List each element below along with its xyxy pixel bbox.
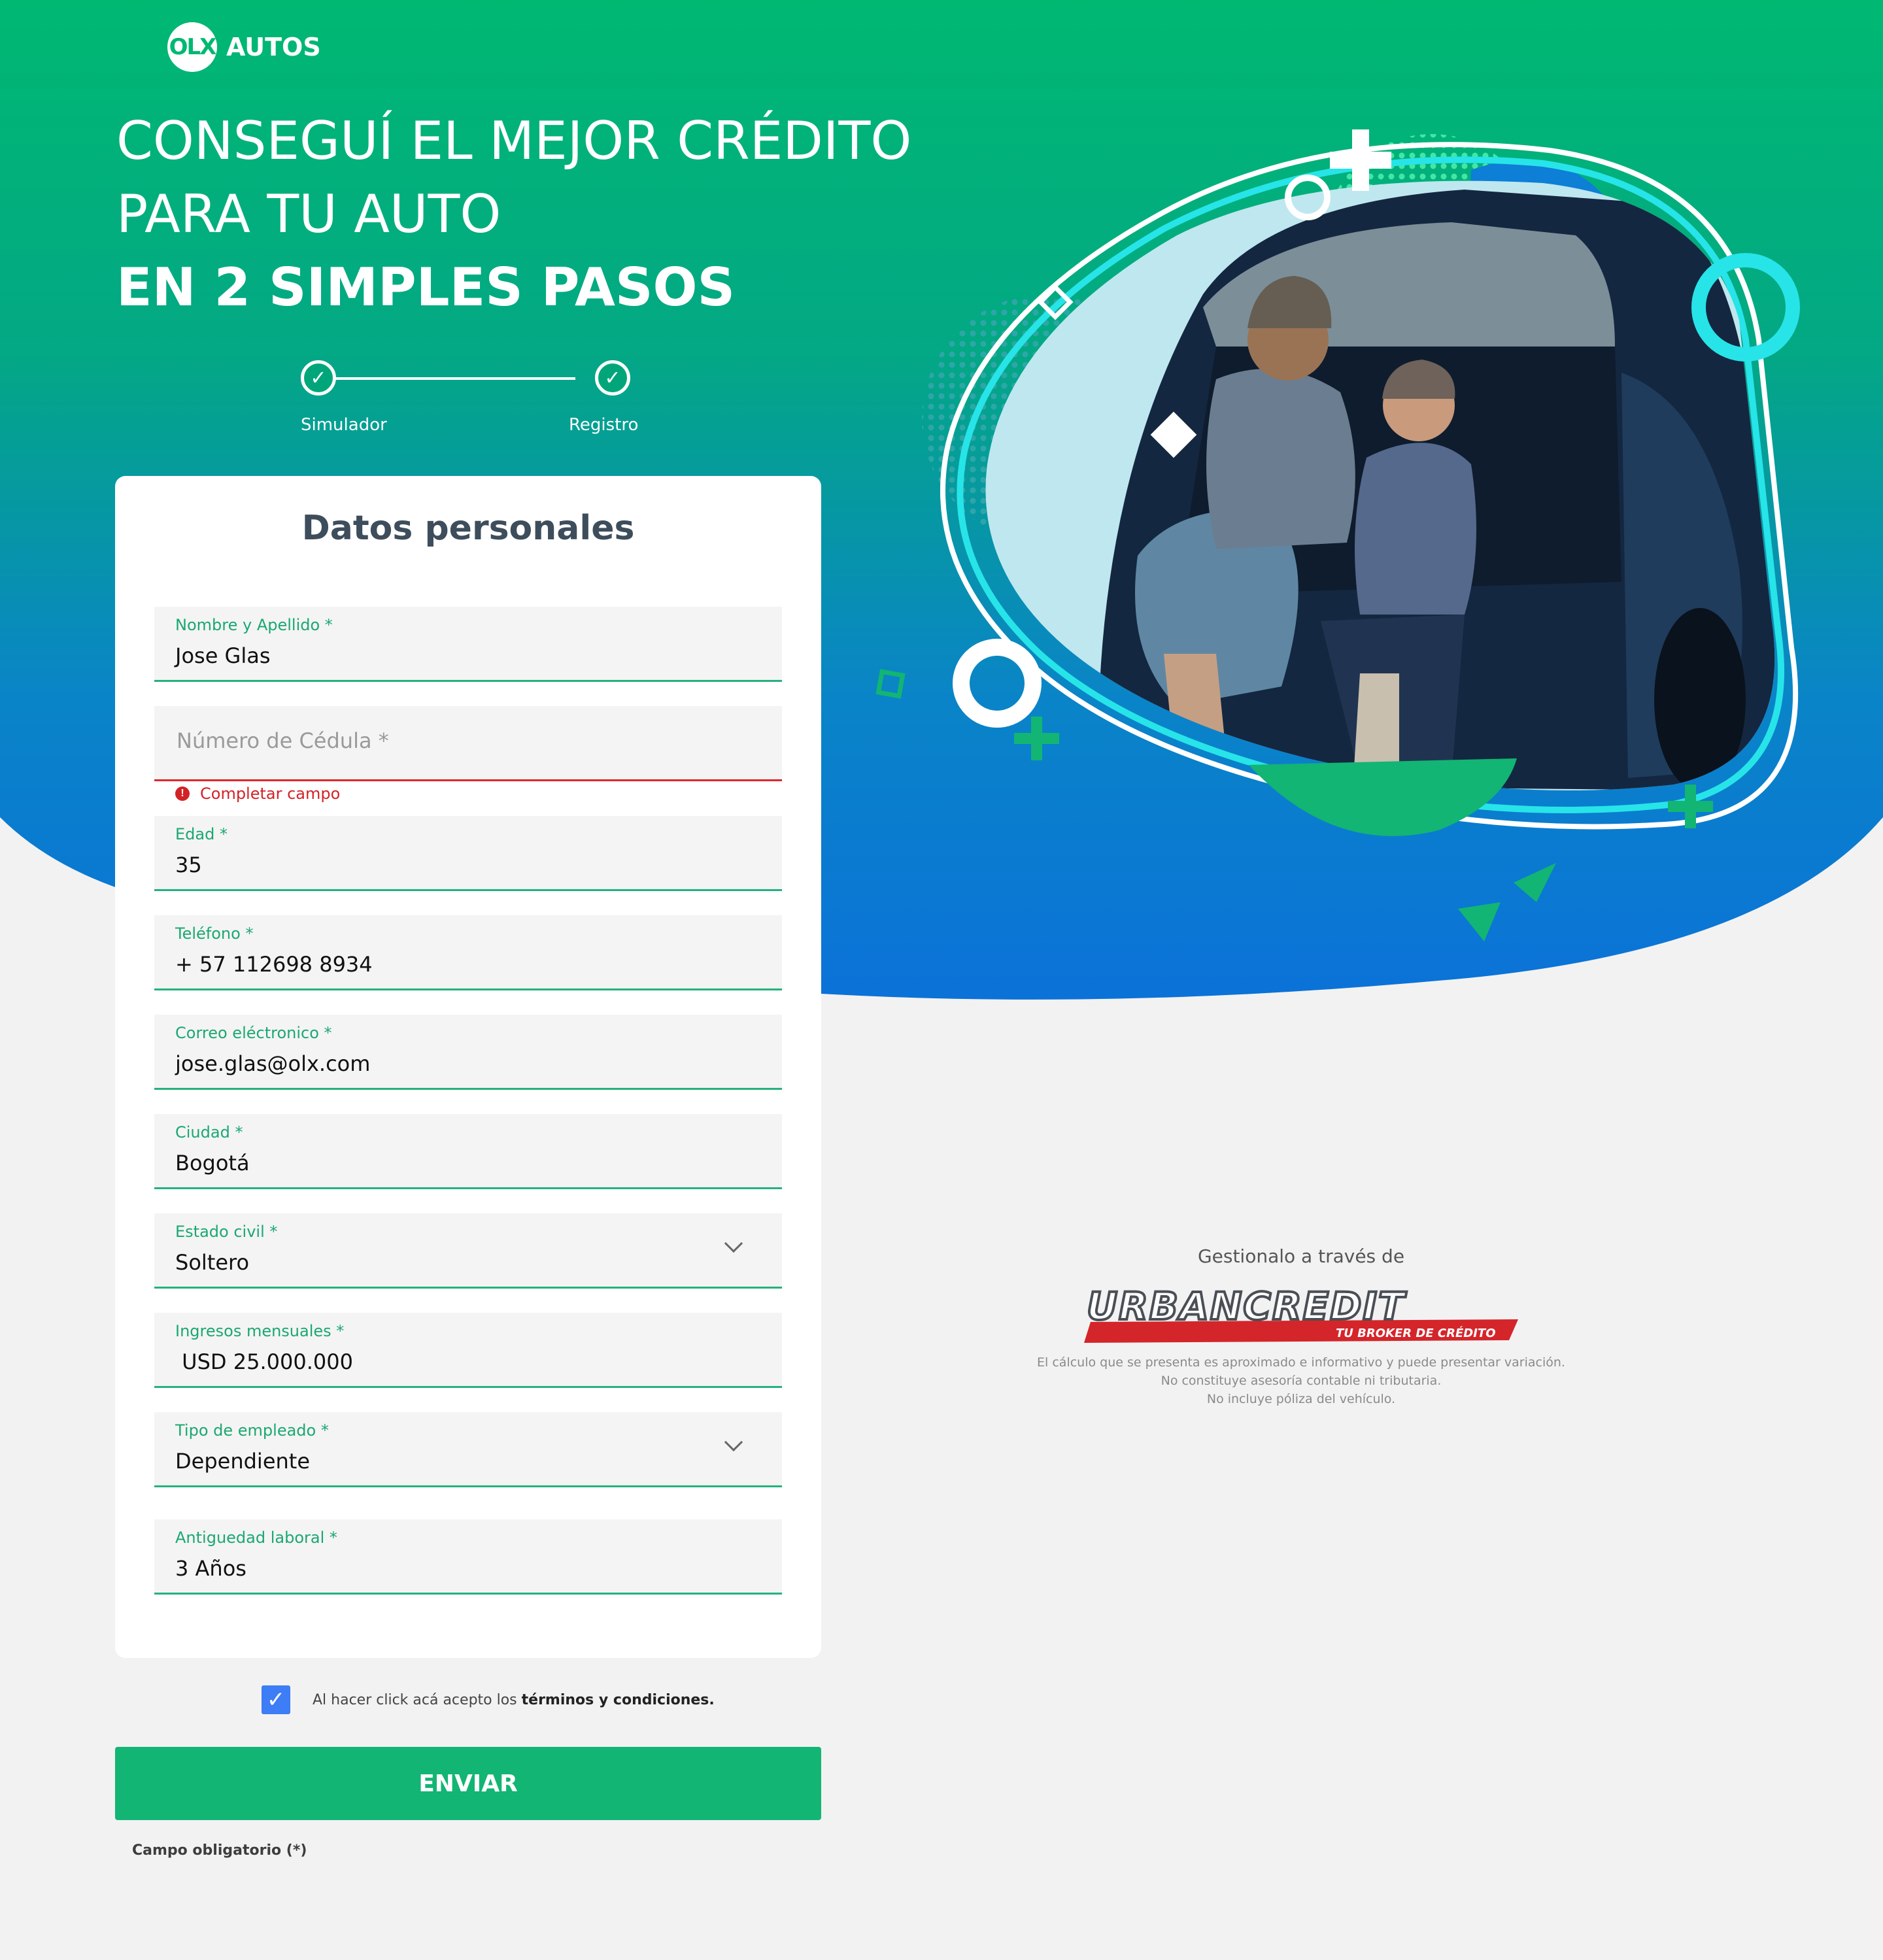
disclaimer-line: No constituye asesoría contable ni tribu… bbox=[1161, 1374, 1442, 1388]
step-label-simulador: Simulador bbox=[301, 415, 387, 435]
field-value: 3 Años bbox=[175, 1556, 246, 1581]
urbancredit-logo: URBANCREDIT TU BROKER DE CRÉDITO bbox=[1084, 1287, 1518, 1343]
family-car-photo bbox=[985, 180, 1775, 790]
field-value: Soltero bbox=[175, 1250, 250, 1275]
urbancredit-wordmark: URBANCREDIT bbox=[1087, 1287, 1407, 1328]
email-field[interactable]: Correo eléctronico * jose.glas@olx.com bbox=[154, 1015, 782, 1090]
hero-illustration bbox=[875, 129, 1800, 941]
monthly-income-field[interactable]: Ingresos mensuales * USD 25.000.000 bbox=[154, 1313, 782, 1388]
field-value: Bogotá bbox=[175, 1151, 250, 1175]
progress-stepper: ✓ ✓ Simulador Registro bbox=[275, 356, 667, 441]
field-value: jose.glas@olx.com bbox=[175, 1051, 371, 1076]
field-label: Ingresos mensuales * bbox=[175, 1322, 345, 1340]
terms-text: Al hacer click acá acepto los términos y… bbox=[313, 1692, 715, 1708]
terms-row: ✓ Al hacer click acá acepto los términos… bbox=[262, 1685, 715, 1714]
terms-prefix: Al hacer click acá acepto los bbox=[313, 1691, 522, 1708]
error-text: Completar campo bbox=[200, 785, 341, 803]
field-label: Edad * bbox=[175, 825, 228, 843]
field-label: Antiguedad laboral * bbox=[175, 1529, 337, 1547]
error-icon: ! bbox=[175, 786, 190, 801]
submit-button[interactable]: ENVIAR bbox=[115, 1747, 821, 1820]
chevron-down-icon[interactable] bbox=[724, 1432, 743, 1452]
step-label-registro: Registro bbox=[569, 415, 639, 435]
disclaimer-line: No incluye póliza del vehículo. bbox=[1206, 1392, 1396, 1406]
terms-checkbox[interactable]: ✓ bbox=[262, 1685, 290, 1714]
field-placeholder: Número de Cédula * bbox=[177, 728, 389, 753]
stepper-line bbox=[320, 377, 575, 380]
terms-link[interactable]: términos y condiciones. bbox=[522, 1692, 715, 1708]
field-label: Estado civil * bbox=[175, 1223, 278, 1241]
employee-type-select[interactable]: Tipo de empleado * Dependiente bbox=[154, 1412, 782, 1487]
logo-text: AUTOS bbox=[226, 33, 321, 61]
field-value: 35 bbox=[175, 853, 202, 877]
field-value: USD 25.000.000 bbox=[175, 1349, 353, 1374]
disclaimer: El cálculo que se presenta es aproximado… bbox=[1007, 1353, 1595, 1408]
phone-field[interactable]: Teléfono * + 57 112698 8934 bbox=[154, 915, 782, 990]
field-label: Ciudad * bbox=[175, 1123, 243, 1141]
partner-intro: Gestionalo a través de bbox=[1197, 1245, 1405, 1267]
step-registro-check-icon: ✓ bbox=[595, 360, 630, 396]
hero-headline: CONSEGUÍ EL MEJOR CRÉDITO PARA TU AUTO E… bbox=[116, 105, 911, 324]
headline-line-3: EN 2 SIMPLES PASOS bbox=[116, 257, 736, 318]
olx-autos-logo[interactable]: OLX AUTOS bbox=[167, 21, 321, 73]
cedula-error: ! Completar campo bbox=[175, 785, 340, 803]
required-note: Campo obligatorio (*) bbox=[132, 1842, 307, 1859]
field-value: + 57 112698 8934 bbox=[175, 952, 373, 977]
cedula-field[interactable]: Número de Cédula * bbox=[154, 706, 782, 781]
work-seniority-field[interactable]: Antiguedad laboral * 3 Años bbox=[154, 1519, 782, 1595]
marital-status-select[interactable]: Estado civil * Soltero bbox=[154, 1213, 782, 1289]
urbancredit-tagline: TU BROKER DE CRÉDITO bbox=[1336, 1326, 1496, 1340]
disclaimer-line: El cálculo que se presenta es aproximado… bbox=[1037, 1355, 1565, 1370]
field-label: Correo eléctronico * bbox=[175, 1024, 332, 1042]
full-name-field[interactable]: Nombre y Apellido * Jose Glas bbox=[154, 607, 782, 682]
form-title: Datos personales bbox=[301, 509, 635, 548]
field-value: Jose Glas bbox=[175, 643, 271, 668]
personal-data-card: Datos personales Nombre y Apellido * Jos… bbox=[115, 476, 821, 1658]
age-field[interactable]: Edad * 35 bbox=[154, 816, 782, 891]
field-label: Teléfono * bbox=[175, 924, 254, 943]
field-value: Dependiente bbox=[175, 1449, 311, 1474]
city-field[interactable]: Ciudad * Bogotá bbox=[154, 1114, 782, 1189]
step-simulador-check-icon: ✓ bbox=[301, 360, 336, 396]
headline-line-1: CONSEGUÍ EL MEJOR CRÉDITO bbox=[116, 110, 912, 171]
field-label: Nombre y Apellido * bbox=[175, 616, 333, 634]
chevron-down-icon[interactable] bbox=[724, 1234, 743, 1253]
olx-logo-mark: OLX bbox=[167, 22, 217, 72]
field-label: Tipo de empleado * bbox=[175, 1421, 329, 1440]
headline-line-2: PARA TU AUTO bbox=[116, 184, 501, 245]
